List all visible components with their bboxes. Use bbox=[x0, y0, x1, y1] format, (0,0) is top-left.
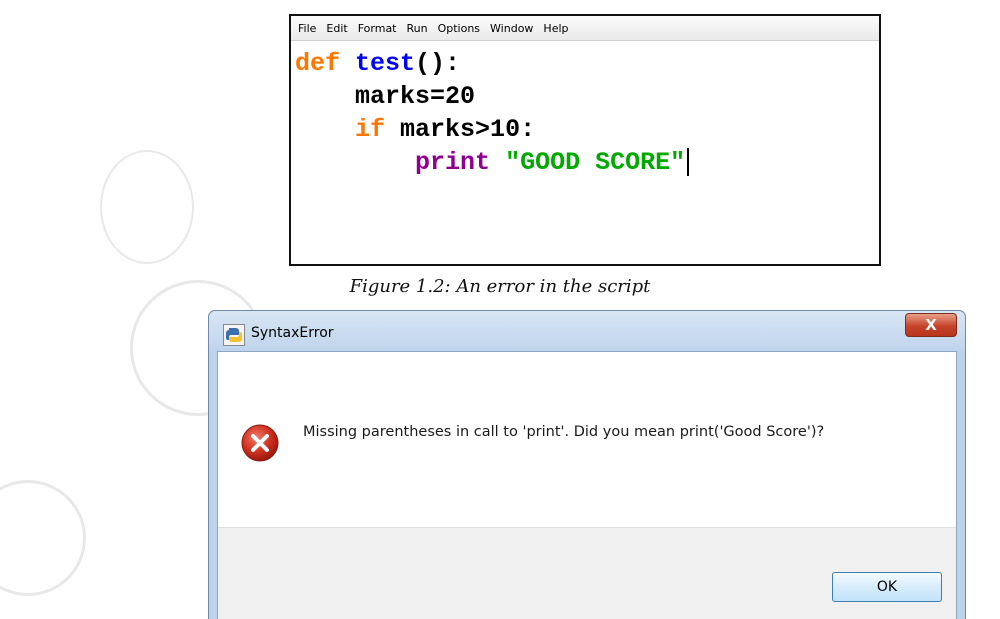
menu-run[interactable]: Run bbox=[404, 22, 435, 35]
keyword-def: def bbox=[295, 49, 341, 78]
figure-caption: Figure 1.2: An error in the script bbox=[349, 276, 651, 297]
button-area: OK bbox=[218, 527, 956, 619]
code-area[interactable]: def test(): marks=20 if marks>10: print … bbox=[291, 41, 879, 179]
builtin-print: print bbox=[415, 148, 491, 177]
string-literal: "GOOD SCORE" bbox=[505, 148, 686, 177]
dialog-body: Missing parentheses in call to 'print'. … bbox=[217, 351, 957, 619]
python-icon bbox=[223, 324, 245, 346]
text-cursor bbox=[687, 148, 690, 177]
error-message: Missing parentheses in call to 'print'. … bbox=[303, 424, 825, 440]
menu-help[interactable]: Help bbox=[540, 22, 575, 35]
idle-editor-window: File Edit Format Run Options Window Help… bbox=[289, 14, 881, 266]
watermark-arc bbox=[100, 150, 194, 264]
function-name: test bbox=[355, 49, 416, 78]
watermark-arc bbox=[0, 480, 86, 596]
code-condition: marks>10: bbox=[400, 115, 536, 144]
message-area: Missing parentheses in call to 'print'. … bbox=[218, 352, 956, 527]
editor-menubar: File Edit Format Run Options Window Help bbox=[291, 16, 879, 41]
code-line-4: print "GOOD SCORE" bbox=[295, 148, 690, 177]
syntax-error-dialog: SyntaxError X Missing parentheses in cal… bbox=[208, 310, 966, 619]
menu-file[interactable]: File bbox=[295, 22, 323, 35]
dialog-title: SyntaxError bbox=[251, 325, 334, 341]
dialog-titlebar[interactable]: SyntaxError X bbox=[209, 311, 965, 351]
menu-format[interactable]: Format bbox=[355, 22, 404, 35]
code-line-2: marks=20 bbox=[295, 82, 475, 111]
ok-button[interactable]: OK bbox=[832, 572, 942, 602]
close-icon: X bbox=[925, 316, 937, 334]
close-button[interactable]: X bbox=[905, 313, 957, 337]
error-icon bbox=[241, 424, 279, 462]
keyword-if: if bbox=[355, 115, 386, 144]
menu-edit[interactable]: Edit bbox=[323, 22, 354, 35]
code-assignment: marks=20 bbox=[355, 82, 476, 111]
code-punct: (): bbox=[415, 49, 461, 78]
code-line-3: if marks>10: bbox=[295, 115, 535, 144]
menu-window[interactable]: Window bbox=[487, 22, 540, 35]
code-line-1: def test(): bbox=[295, 49, 460, 78]
menu-options[interactable]: Options bbox=[435, 22, 487, 35]
